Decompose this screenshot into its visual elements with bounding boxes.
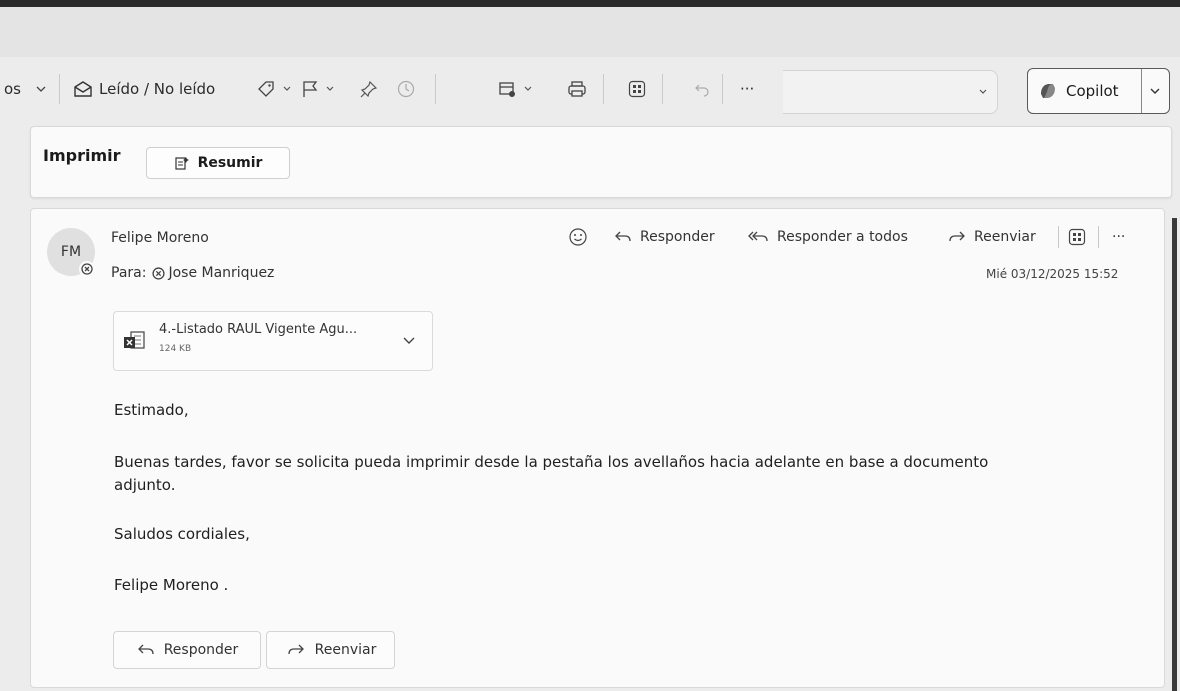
pin-icon [359,79,379,99]
copilot-split-divider [1141,69,1142,113]
forward-icon [285,642,307,658]
rules-button[interactable] [497,62,533,116]
action-divider [1058,226,1059,248]
summarize-button[interactable]: Resumir [146,147,290,179]
reply-all-label: Responder a todos [777,229,908,245]
window-top-edge [0,0,1180,7]
recipient-line: Para: Jose Manriquez [111,265,274,281]
chevron-down-icon [35,83,47,95]
more-actions-button[interactable]: ··· [1112,226,1125,248]
summarize-icon [174,155,190,171]
footer-forward-button[interactable]: Reenviar [266,631,395,669]
reply-all-icon [747,229,771,245]
reply-button[interactable]: Responder [613,226,715,248]
toolbar-divider [435,74,436,104]
attachment-name: 4.-Listado RAUL Vigente Agu... [159,322,358,337]
presence-offline-icon [79,261,95,277]
more-options-button[interactable]: ··· [740,62,754,116]
chevron-down-icon [523,84,533,94]
footer-reply-button[interactable]: Responder [113,631,261,669]
forward-button[interactable]: Reenviar [946,226,1036,248]
read-unread-label: Leído / No leído [99,80,216,98]
chevron-down-icon[interactable] [402,334,416,346]
chevron-down-icon [282,84,292,94]
envelope-open-icon [73,80,93,98]
react-button[interactable] [568,226,588,248]
tag-icon [256,79,276,99]
print-title: Imprimir [43,146,121,165]
summarize-label: Resumir [197,155,263,171]
apps-button[interactable] [1067,226,1087,248]
body-paragraph-line-2: adjunto. [114,476,176,494]
body-paragraph-line-1: Buenas tardes, favor se solicita pueda i… [114,453,989,471]
rules-icon [497,79,517,99]
toolbar-divider [603,74,604,104]
copilot-label: Copilot [1066,82,1119,100]
flag-icon [301,79,319,99]
partial-label: os [4,80,21,98]
reply-icon [613,229,633,245]
toolbar-divider [662,74,663,104]
print-button[interactable] [566,62,588,116]
read-unread-button[interactable]: Leído / No leído [73,62,215,116]
window-header-background [0,7,1180,57]
clock-icon [396,79,416,99]
more-icon: ··· [740,80,755,98]
emoji-icon [568,227,588,247]
action-divider [1098,226,1099,248]
copilot-button[interactable]: Copilot [1027,68,1170,114]
view-dropdown[interactable] [783,70,998,114]
excel-file-icon [123,330,147,352]
undo-icon [693,80,711,98]
apps-icon [627,79,647,99]
forward-icon [946,229,968,245]
avatar-initials: FM [60,244,82,260]
chevron-down-icon [325,84,335,94]
apps-icon [1067,227,1087,247]
print-bar: Imprimir Resumir [30,126,1172,198]
chevron-down-icon[interactable] [1149,85,1161,97]
to-label: Para: [111,265,147,281]
undo-button[interactable] [693,62,711,116]
print-icon [566,79,588,99]
chevron-down-icon [978,87,988,97]
toolbar-divider [59,74,60,104]
forward-label: Reenviar [974,229,1036,245]
body-greeting: Estimado, [114,401,189,419]
sender-name[interactable]: Felipe Moreno [111,230,209,246]
snooze-button[interactable] [396,62,416,116]
categorize-button[interactable] [256,62,292,116]
recipient-name[interactable]: Jose Manriquez [168,265,274,281]
scrollbar[interactable] [1172,218,1177,691]
toolbar-divider [722,74,723,104]
attachment-card[interactable]: 4.-Listado RAUL Vigente Agu... 124 KB [113,311,433,371]
reply-all-button[interactable]: Responder a todos [747,226,908,248]
apps-button[interactable] [627,62,647,116]
flag-button[interactable] [301,62,335,116]
pin-button[interactable] [359,62,379,116]
footer-reply-label: Responder [163,642,239,658]
message-datetime: Mié 03/12/2025 15:52 [986,267,1119,281]
copilot-icon [1037,80,1059,102]
presence-offline-icon [152,266,166,280]
reply-label: Responder [640,229,715,245]
body-signature: Felipe Moreno . [114,576,229,594]
more-icon: ··· [1112,229,1126,245]
message-toolbar: os Leído / No leído ··· [0,62,1180,116]
attachment-size: 124 KB [159,344,192,354]
partial-dropdown-button[interactable]: os [4,62,47,116]
reply-icon [136,642,156,658]
footer-forward-label: Reenviar [314,642,377,658]
body-closing: Saludos cordiales, [114,525,250,543]
